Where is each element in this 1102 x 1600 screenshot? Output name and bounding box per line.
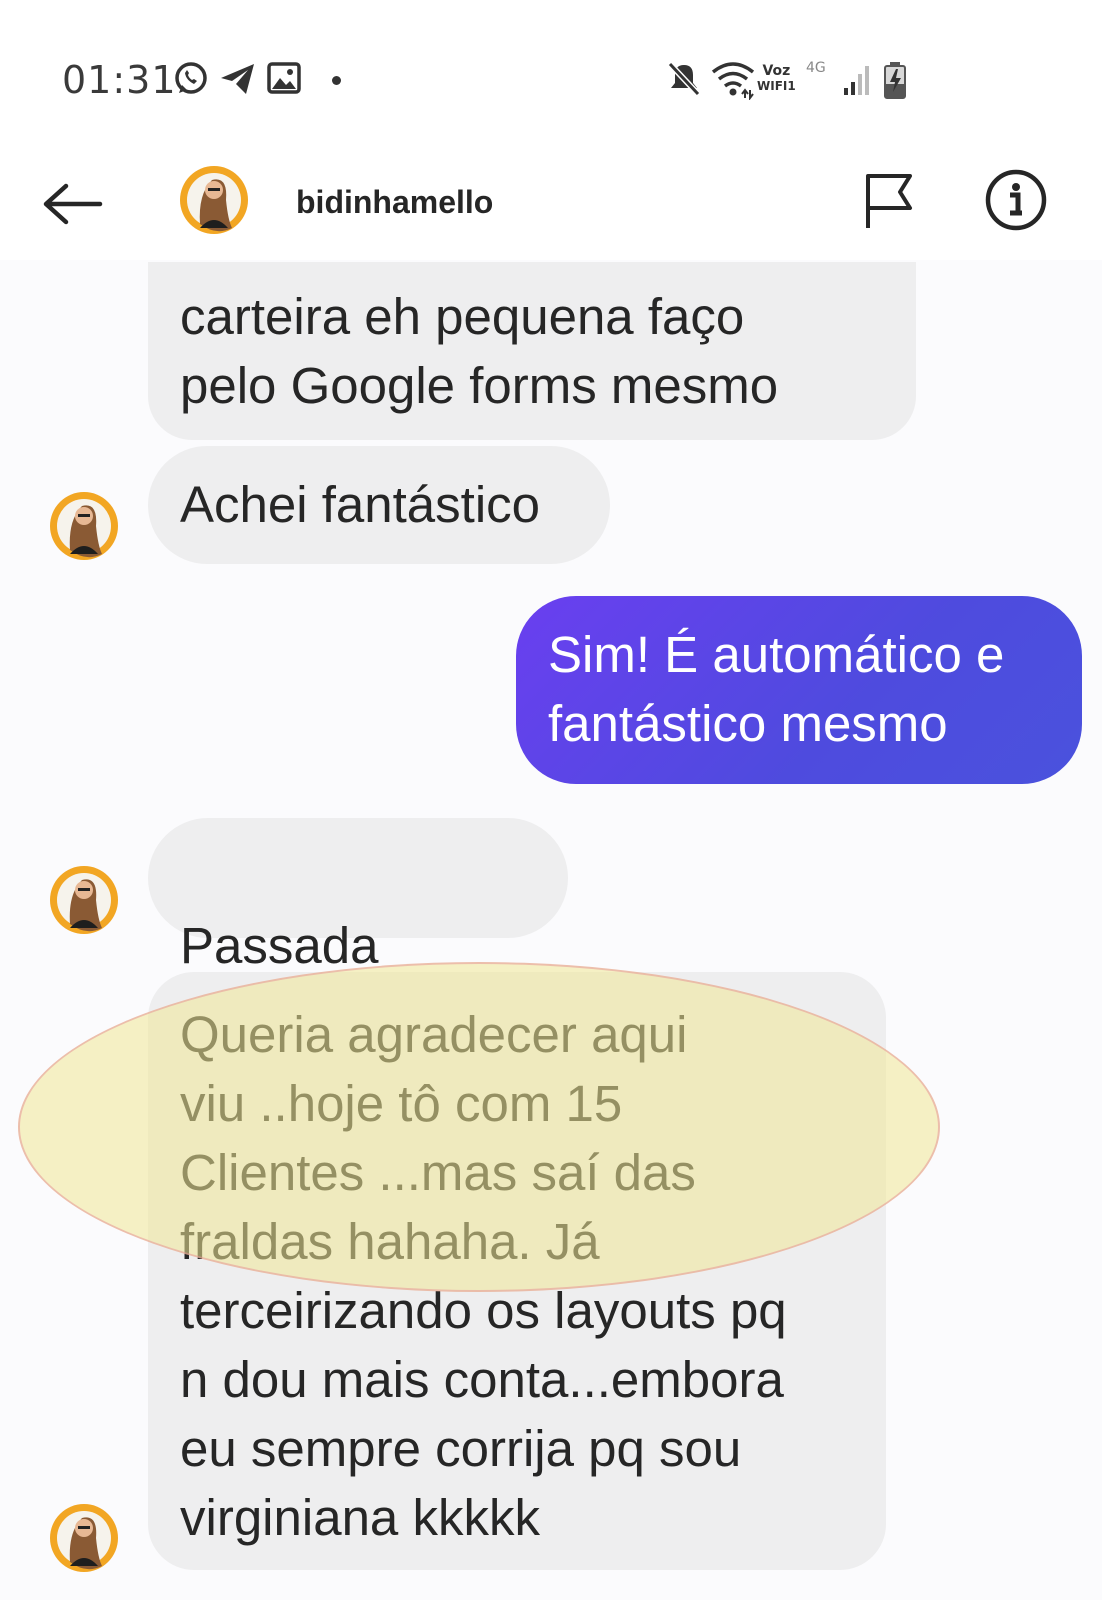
voz-wifi-label: Voz WIFI1 [757, 63, 796, 94]
avatar[interactable] [178, 162, 250, 238]
battery-icon [884, 62, 906, 99]
avatar[interactable] [48, 1500, 120, 1576]
status-time: 01:31 [62, 58, 177, 102]
chat-header: bidinhamello [0, 150, 1102, 260]
back-arrow-icon[interactable] [40, 180, 104, 228]
message-bubble-received[interactable]: carteira eh pequena faço pelo Google for… [148, 262, 916, 440]
wifi-calling-icon [711, 62, 755, 100]
status-bar: 01:31 Voz WIFI1 4G [0, 0, 1102, 150]
info-icon[interactable] [984, 168, 1048, 232]
avatar[interactable] [48, 488, 120, 564]
flag-icon[interactable] [864, 172, 914, 230]
avatar[interactable] [48, 862, 120, 938]
message-text: Passada [180, 917, 379, 974]
notification-dot [332, 76, 341, 85]
username[interactable]: bidinhamello [296, 184, 493, 221]
message-bubble-received[interactable]: Passada [148, 818, 568, 1119]
whatsapp-icon [175, 62, 207, 94]
network-type: 4G [806, 60, 826, 76]
signal-icon [844, 66, 869, 95]
mute-icon [667, 61, 701, 97]
telegram-icon [221, 64, 254, 94]
message-bubble-received[interactable]: Achei fantástico [148, 446, 610, 564]
message-bubble-received[interactable]: Queria agradecer aqui viu ..hoje tô com … [148, 972, 886, 1570]
gallery-icon [267, 62, 301, 94]
message-bubble-sent[interactable]: Sim! É automático e fantástico mesmo [516, 596, 1082, 784]
